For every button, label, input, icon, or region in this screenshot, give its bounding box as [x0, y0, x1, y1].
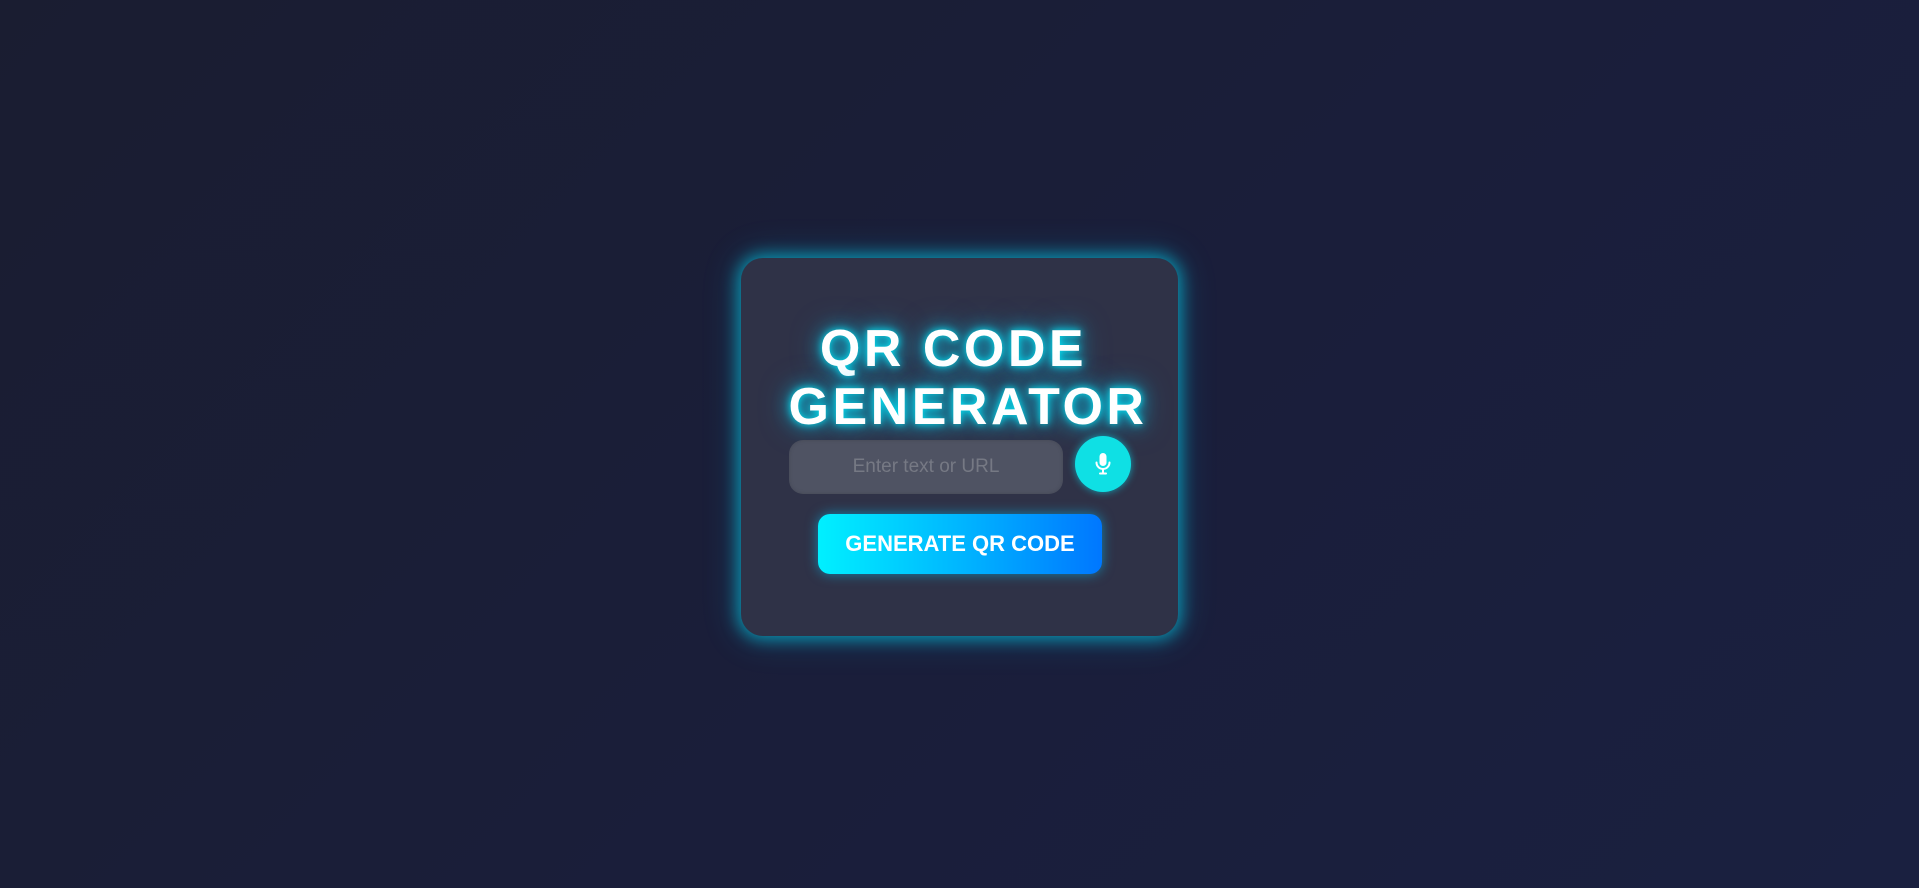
text-url-input[interactable] — [789, 440, 1063, 494]
title-line-2: GENERATOR — [788, 378, 1148, 436]
qr-generator-card: QR CODE GENERATOR GENERATE QR CODE — [741, 258, 1178, 636]
page-title: QR CODE GENERATOR — [741, 320, 1178, 436]
generate-qr-code-button[interactable]: GENERATE QR CODE — [818, 514, 1102, 574]
title-line-1: QR CODE — [819, 320, 1088, 378]
microphone-icon — [1095, 453, 1111, 475]
voice-input-button[interactable] — [1075, 436, 1131, 492]
